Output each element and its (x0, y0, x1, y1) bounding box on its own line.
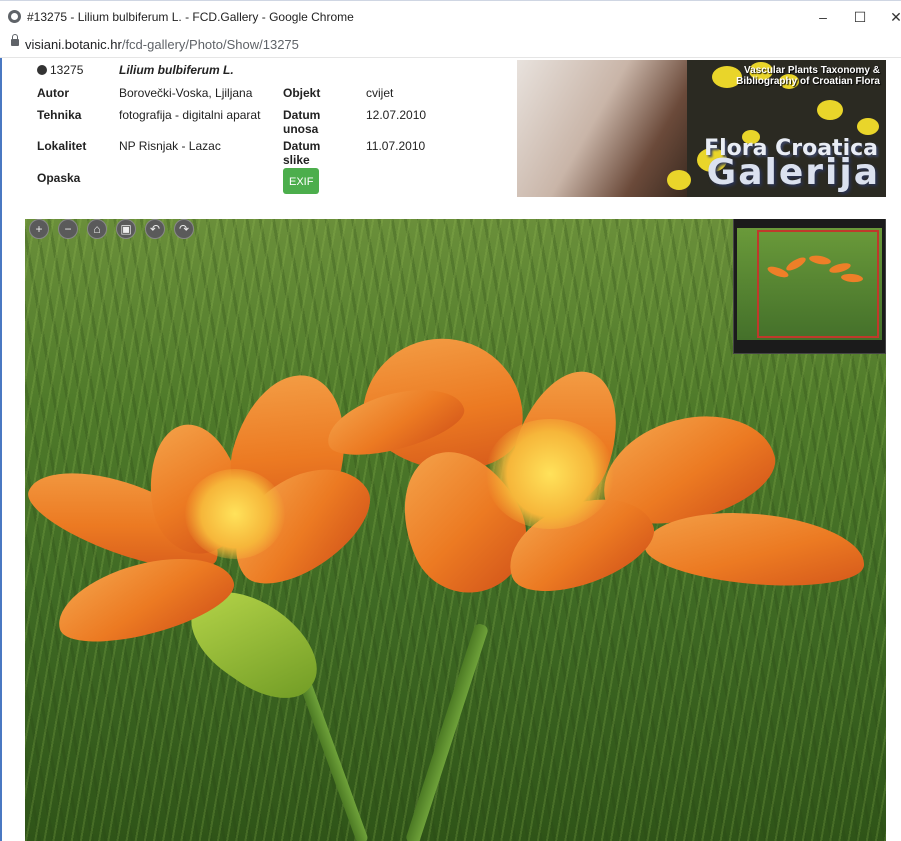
url-text[interactable]: visiani.botanic.hr/fcd-gallery/Photo/Sho… (25, 37, 299, 52)
technique-value: fotografija - digitalni aparat (119, 108, 261, 122)
zoom-in-icon[interactable]: + (29, 219, 49, 239)
photo-date-value: 11.07.2010 (366, 139, 426, 153)
chrome-icon (8, 10, 21, 23)
banner-fungus (857, 118, 879, 135)
lily-center (185, 469, 285, 559)
window-title: #13275 - Lilium bulbiferum L. - FCD.Gall… (27, 10, 354, 24)
zoom-out-icon[interactable]: − (58, 219, 78, 239)
photo-info-panel: 13275 Lilium bulbiferum L. Autor Boroveč… (30, 60, 510, 210)
flower-stem (404, 622, 490, 841)
author-value: Borovečki-Voska, Ljiljana (119, 86, 253, 100)
entry-date-value: 12.07.2010 (366, 108, 427, 122)
photo-id-value: 13275 (50, 63, 84, 77)
rotate-left-icon[interactable]: ↶ (145, 219, 165, 239)
rotate-right-icon[interactable]: ↷ (174, 219, 194, 239)
banner-seedpod-image (517, 60, 687, 197)
exif-button[interactable]: EXIF (283, 168, 319, 194)
window-edge (0, 58, 2, 841)
note-label: Opaska (37, 171, 81, 185)
species-name: Lilium bulbiferum L. (119, 63, 234, 77)
photo-id: 13275 (37, 63, 83, 77)
close-button[interactable]: ✕ (878, 7, 901, 27)
browser-title-bar: #13275 - Lilium bulbiferum L. - FCD.Gall… (0, 0, 901, 32)
maximize-button[interactable]: ☐ (842, 7, 878, 27)
banner-subtitle-line1: Vascular Plants Taxonomy & (744, 65, 880, 76)
id-icon (37, 65, 47, 75)
viewer-navigator[interactable] (733, 219, 886, 354)
object-label: Objekt (283, 86, 321, 100)
url-path: /fcd-gallery/Photo/Show/13275 (121, 37, 299, 52)
fullscreen-icon[interactable]: ▣ (116, 219, 136, 239)
url-host: visiani.botanic.hr (25, 37, 122, 52)
banner-subtitle-line2: Bibliography of Croatian Flora (736, 76, 880, 87)
author-label: Autor (37, 86, 69, 100)
banner-subtitle: Vascular Plants Taxonomy & Bibliography o… (736, 65, 880, 87)
locality-label: Lokalitet (37, 139, 87, 153)
minimize-button[interactable]: – (805, 7, 841, 27)
banner-fungus (817, 100, 843, 120)
flora-croatica-banner[interactable]: Vascular Plants Taxonomy & Bibliography o… (517, 60, 886, 197)
lily-center (485, 419, 615, 529)
technique-label: Tehnika (37, 108, 82, 122)
locality-value: NP Risnjak - Lazac (119, 139, 221, 153)
navigator-viewport-frame[interactable] (757, 230, 879, 338)
photo-date-label: Datum slike (283, 139, 321, 167)
address-bar[interactable]: visiani.botanic.hr/fcd-gallery/Photo/Sho… (0, 32, 901, 58)
entry-date-label: Datum unosa (283, 108, 321, 136)
object-value: cvijet (366, 86, 394, 100)
navigator-thumbnail (737, 228, 882, 340)
home-icon[interactable]: ⌂ (87, 219, 107, 239)
photo-viewer[interactable]: + − ⌂ ▣ ↶ ↷ (25, 219, 886, 841)
banner-title-galerija: Galerija (706, 152, 880, 193)
banner-fungus (667, 170, 691, 190)
lock-icon (11, 34, 19, 46)
